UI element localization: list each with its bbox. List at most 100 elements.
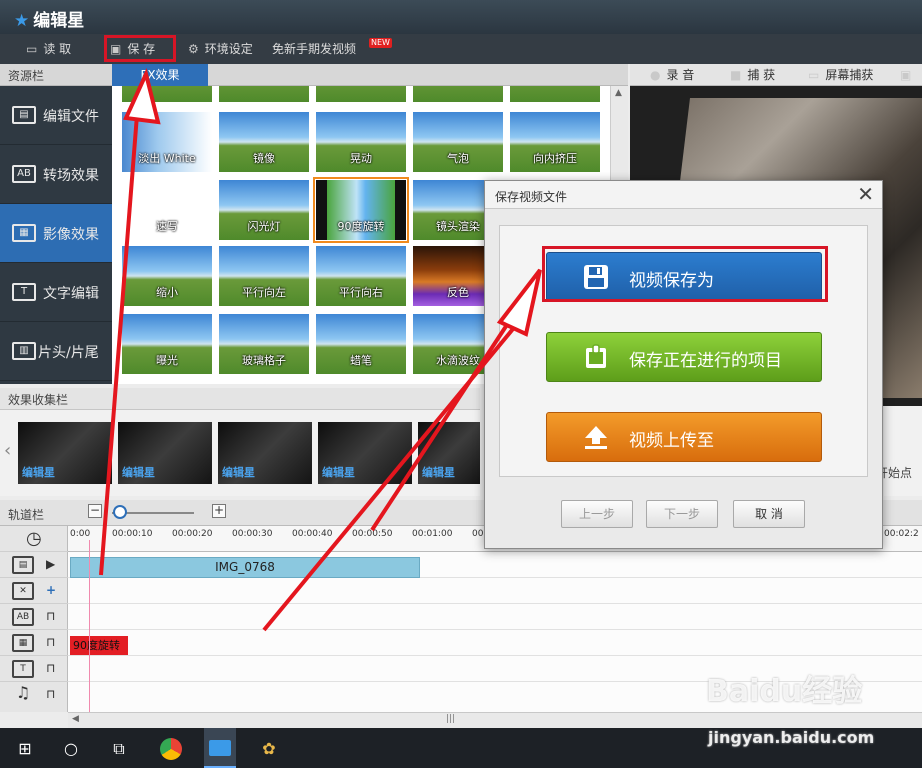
- ruler-tick-label: 00:01:00: [412, 529, 453, 539]
- effect-thumbnail[interactable]: 闪光灯: [219, 180, 309, 240]
- microphone-icon: ●: [650, 68, 661, 82]
- effect-thumbnail[interactable]: [122, 86, 212, 102]
- effect-thumbnail[interactable]: 曝光: [122, 314, 212, 374]
- collected-effect-item[interactable]: 编辑星: [418, 422, 480, 484]
- effect-thumbnail[interactable]: 玻璃格子: [219, 314, 309, 374]
- playhead[interactable]: [89, 540, 90, 712]
- ruler-tick-label: 00:00:30: [232, 529, 273, 539]
- annotation-highlight-save-as: [542, 246, 828, 302]
- capture-button[interactable]: ■ 捕 获: [730, 64, 775, 86]
- effect-thumbnail-selected[interactable]: 90度旋转: [313, 177, 409, 243]
- sidebar-item-text-edit[interactable]: T 文字编辑: [0, 263, 112, 322]
- previous-step-button[interactable]: 上一步: [561, 500, 633, 528]
- scroll-left-icon[interactable]: ◀: [72, 714, 79, 724]
- collected-effect-item[interactable]: 编辑星: [118, 422, 212, 484]
- right-side-panel: 开始点: [876, 406, 922, 496]
- effect-thumbnail[interactable]: 缩小: [122, 246, 212, 306]
- free-video-link[interactable]: 免新手期发视频: [272, 34, 356, 64]
- chevron-left-icon[interactable]: ‹: [4, 440, 11, 461]
- app-title-bar: ★ 编辑星: [0, 0, 922, 34]
- star-logo-icon: ★: [14, 11, 30, 31]
- film-icon: ▤: [12, 106, 36, 124]
- effect-thumbnail[interactable]: 平行向左: [219, 246, 309, 306]
- free-video-label: 免新手期发视频: [272, 42, 357, 56]
- monitor-icon: ▭: [808, 68, 820, 82]
- transition-track[interactable]: [68, 604, 922, 630]
- effect-thumbnail[interactable]: [316, 86, 406, 102]
- next-step-button[interactable]: 下一步: [646, 500, 718, 528]
- scroll-up-icon[interactable]: ▲: [615, 88, 622, 98]
- editor-app-taskbar-icon[interactable]: [204, 728, 236, 768]
- item-logo: 编辑星: [222, 466, 255, 479]
- effect-thumbnail[interactable]: 蜡笔: [316, 314, 406, 374]
- play-arrow-icon[interactable]: ▶: [46, 557, 55, 571]
- screen-capture-label: 屏幕捕获: [825, 68, 874, 82]
- effect-thumbnail[interactable]: 镜像: [219, 112, 309, 172]
- effect-thumbnail[interactable]: 速写: [122, 180, 212, 240]
- search-circle-icon[interactable]: ○: [60, 738, 82, 760]
- effect-label: 90度旋转: [337, 220, 385, 233]
- cancel-button[interactable]: 取 消: [733, 500, 805, 528]
- sidebar-item-image-effects[interactable]: ▦ 影像效果: [0, 204, 112, 263]
- record-audio-button[interactable]: ● 录 音: [650, 64, 694, 86]
- sidebar-item-transitions[interactable]: AB 转场效果: [0, 145, 112, 204]
- clock-icon[interactable]: ◷: [26, 528, 42, 549]
- music-track-head: ♫ ⊓: [0, 682, 68, 708]
- effect-thumbnail[interactable]: [413, 86, 503, 102]
- add-icon[interactable]: +: [46, 583, 56, 597]
- close-icon[interactable]: ✕: [857, 184, 874, 204]
- chrome-icon[interactable]: [160, 738, 182, 760]
- task-view-icon[interactable]: ⧉: [108, 738, 130, 760]
- scroll-grip-icon[interactable]: |||: [446, 714, 455, 724]
- more-tool-button[interactable]: ▣: [900, 64, 917, 86]
- upload-video-button[interactable]: 视频上传至: [546, 412, 822, 462]
- windows-start-icon[interactable]: ⊞: [14, 738, 36, 760]
- zoom-slider-handle[interactable]: [113, 505, 128, 519]
- record-label: 录 音: [666, 68, 695, 82]
- zoom-in-button[interactable]: +: [212, 504, 226, 518]
- effect-thumbnail[interactable]: 气泡: [413, 112, 503, 172]
- effect-clip[interactable]: 90度旋转: [70, 636, 128, 655]
- effect-thumbnail[interactable]: 平行向右: [316, 246, 406, 306]
- capture-label: 捕 获: [747, 68, 776, 82]
- sidebar-item-label: 转场效果: [43, 168, 99, 184]
- settings-button[interactable]: ⚙ 环境设定: [188, 34, 253, 64]
- dialog-title: 保存视频文件: [495, 190, 568, 204]
- effect-thumbnail[interactable]: 向内挤压: [510, 112, 600, 172]
- screen-capture-button[interactable]: ▭ 屏幕捕获: [808, 64, 873, 86]
- open-button[interactable]: ▭ 读 取: [26, 34, 71, 64]
- track-row-headers: ◷ ▤ ▶ ✕ + AB ⊓ ▦ ⊓ T ⊓ ♫ ⊓: [0, 526, 68, 712]
- tab-fx-effects[interactable]: FX效果: [112, 64, 208, 86]
- lock-icon[interactable]: ⊓: [46, 635, 55, 649]
- zoom-out-button[interactable]: −: [88, 504, 102, 518]
- audio-track[interactable]: [68, 578, 922, 604]
- paint-palette-icon[interactable]: ✿: [258, 738, 280, 760]
- audio-track-head: ✕ +: [0, 578, 68, 604]
- effect-collection-strip: ‹ 编辑星 编辑星 编辑星 编辑星 编辑星: [0, 410, 480, 496]
- effect-label: 蜡笔: [350, 354, 372, 367]
- preview-toolbar: ● 录 音 ■ 捕 获 ▭ 屏幕捕获 ▣: [630, 64, 922, 86]
- mute-icon[interactable]: ✕: [12, 582, 34, 600]
- open-label: 读 取: [43, 42, 72, 56]
- lock-icon[interactable]: ⊓: [46, 609, 55, 623]
- save-project-button[interactable]: 保存正在进行的项目: [546, 332, 822, 382]
- collected-effect-item[interactable]: 编辑星: [318, 422, 412, 484]
- effect-label: 玻璃格子: [242, 354, 286, 367]
- item-logo: 编辑星: [322, 466, 355, 479]
- collected-effect-item[interactable]: 编辑星: [218, 422, 312, 484]
- effect-label: 速写: [156, 220, 178, 233]
- effect-thumbnail[interactable]: [219, 86, 309, 102]
- ab-transition-icon: AB: [12, 165, 36, 183]
- effect-thumbnail[interactable]: 晃动: [316, 112, 406, 172]
- lock-icon[interactable]: ⊓: [46, 661, 55, 675]
- effect-thumbnail[interactable]: [510, 86, 600, 102]
- video-clip[interactable]: IMG_0768: [70, 557, 420, 578]
- lock-icon[interactable]: ⊓: [46, 687, 55, 701]
- effect-thumbnail[interactable]: 淡出 White: [122, 112, 212, 172]
- resource-panel-label: 资源栏: [8, 69, 45, 83]
- sidebar-item-title-credits[interactable]: ▥ 片头/片尾: [0, 322, 112, 381]
- sidebar-item-edit-file[interactable]: ▤ 编辑文件: [0, 86, 112, 145]
- settings-label: 环境设定: [204, 42, 253, 56]
- effect-track[interactable]: [68, 630, 922, 656]
- collected-effect-item[interactable]: 编辑星: [18, 422, 112, 484]
